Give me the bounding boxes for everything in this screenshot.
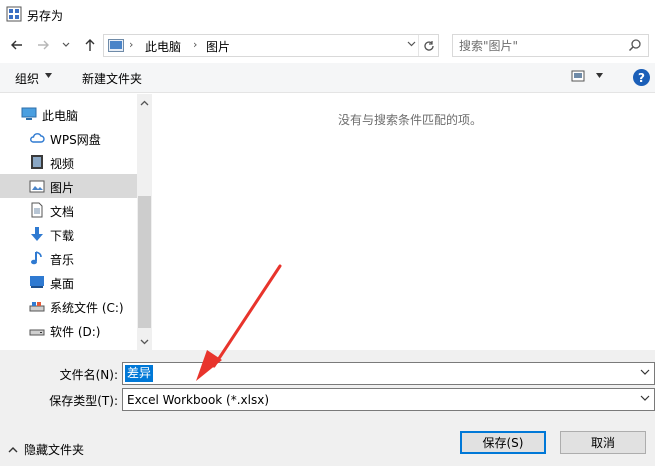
address-dropdown-button[interactable] <box>407 38 416 51</box>
nav-item-label: 文档 <box>50 205 75 219</box>
nav-item-music[interactable]: 音乐 <box>0 246 138 270</box>
nav-item-drive-d[interactable]: 软件 (D:) <box>0 318 138 342</box>
nav-item-documents[interactable]: 文档 <box>0 198 138 222</box>
chevron-down-icon <box>640 369 650 375</box>
cancel-button[interactable]: 取消 <box>560 431 646 454</box>
chevron-down-icon <box>62 42 70 47</box>
breadcrumb-this-pc[interactable]: 此电脑 <box>145 38 181 55</box>
nav-item-label: 下载 <box>50 229 75 243</box>
search-icon[interactable] <box>628 38 642 52</box>
view-dropdown-icon[interactable] <box>595 71 604 83</box>
computer-icon <box>21 107 37 120</box>
nav-item-drive-c[interactable]: 系统文件 (C:) <box>0 294 138 318</box>
nav-item-this-pc[interactable]: 此电脑 <box>0 102 138 126</box>
cloud-icon <box>30 133 45 143</box>
drive-icon <box>29 302 45 312</box>
filename-value[interactable]: 差异 <box>125 365 154 382</box>
recent-locations-button[interactable] <box>60 36 72 54</box>
app-icon <box>6 6 22 22</box>
view-icon <box>571 70 585 82</box>
chevron-down-icon <box>407 41 416 47</box>
forward-button[interactable] <box>34 36 52 54</box>
search-input[interactable] <box>459 37 619 54</box>
filename-label: 文件名(N): <box>59 368 118 382</box>
address-bar[interactable]: › 此电脑 › 图片 <box>103 34 439 57</box>
video-icon <box>31 155 43 169</box>
filename-field[interactable]: 差异 <box>122 362 655 385</box>
nav-item-downloads[interactable]: 下载 <box>0 222 138 246</box>
back-button[interactable] <box>8 36 26 54</box>
computer-icon <box>108 39 124 52</box>
desktop-icon <box>30 276 44 288</box>
window-title: 另存为 <box>27 9 64 23</box>
music-icon <box>31 251 42 265</box>
picture-icon <box>29 180 45 193</box>
organize-button[interactable]: 组织 <box>15 70 39 87</box>
nav-item-desktop[interactable]: 桌面 <box>0 270 138 294</box>
filetype-dropdown-button[interactable] <box>640 393 650 406</box>
breadcrumb-separator: › <box>193 38 198 51</box>
hide-folders-toggle[interactable]: 隐藏文件夹 <box>8 441 84 458</box>
filetype-value: Excel Workbook (*.xlsx) <box>127 393 270 407</box>
scrollbar-thumb[interactable] <box>138 196 151 328</box>
view-options-button[interactable] <box>571 69 585 86</box>
navigation-scrollbar[interactable] <box>137 94 152 350</box>
command-bar: 组织 新建文件夹 ? <box>0 63 655 93</box>
nav-item-label: 音乐 <box>50 253 75 267</box>
refresh-icon <box>423 40 434 51</box>
search-box[interactable] <box>452 34 649 57</box>
breadcrumb-separator: › <box>129 38 134 51</box>
drive-icon <box>29 329 45 336</box>
organize-dropdown-icon <box>44 71 53 83</box>
arrow-up-icon <box>85 39 95 51</box>
chevron-up-icon <box>140 100 149 106</box>
nav-item-label: 系统文件 (C:) <box>50 301 124 315</box>
nav-item-wps-cloud[interactable]: WPS网盘 <box>0 126 138 150</box>
filetype-label: 保存类型(T): <box>49 394 118 408</box>
filename-dropdown-button[interactable] <box>640 367 650 380</box>
download-icon <box>31 227 43 241</box>
nav-item-label: 桌面 <box>50 277 75 291</box>
new-folder-button[interactable]: 新建文件夹 <box>82 70 142 87</box>
chevron-down-icon <box>140 339 149 345</box>
scroll-up-button[interactable] <box>137 96 152 111</box>
address-row: › 此电脑 › 图片 <box>0 30 655 60</box>
nav-item-label: 此电脑 <box>42 109 79 123</box>
scroll-down-button[interactable] <box>137 334 152 349</box>
nav-item-label: 图片 <box>50 181 75 195</box>
chevron-up-icon <box>8 446 18 452</box>
title-bar: 另存为 <box>0 0 655 30</box>
nav-item-label: 软件 (D:) <box>50 325 101 339</box>
navigation-pane: 此电脑 WPS网盘 视频 图片 文档 下载 音乐 桌面 系统文件 (C:) 软件… <box>0 94 152 350</box>
save-button[interactable]: 保存(S) <box>460 431 546 454</box>
save-form: 文件名(N): 差异 保存类型(T): Excel Workbook (*.xl… <box>0 350 655 466</box>
document-icon <box>31 202 43 218</box>
arrow-right-icon <box>38 40 49 50</box>
filetype-select[interactable]: Excel Workbook (*.xlsx) <box>122 388 655 411</box>
breadcrumb-pictures[interactable]: 图片 <box>206 38 230 55</box>
nav-item-videos[interactable]: 视频 <box>0 150 138 174</box>
nav-item-pictures[interactable]: 图片 <box>0 174 138 198</box>
help-button[interactable]: ? <box>633 69 650 86</box>
hide-folders-label: 隐藏文件夹 <box>24 443 85 457</box>
up-button[interactable] <box>81 36 99 54</box>
nav-item-label: 视频 <box>50 157 75 171</box>
refresh-button[interactable] <box>418 35 438 56</box>
file-list[interactable]: 没有与搜索条件匹配的项。 <box>153 94 655 350</box>
nav-item-label: WPS网盘 <box>50 133 101 147</box>
empty-message: 没有与搜索条件匹配的项。 <box>338 113 483 127</box>
chevron-down-icon <box>640 395 650 401</box>
arrow-left-icon <box>11 40 22 50</box>
